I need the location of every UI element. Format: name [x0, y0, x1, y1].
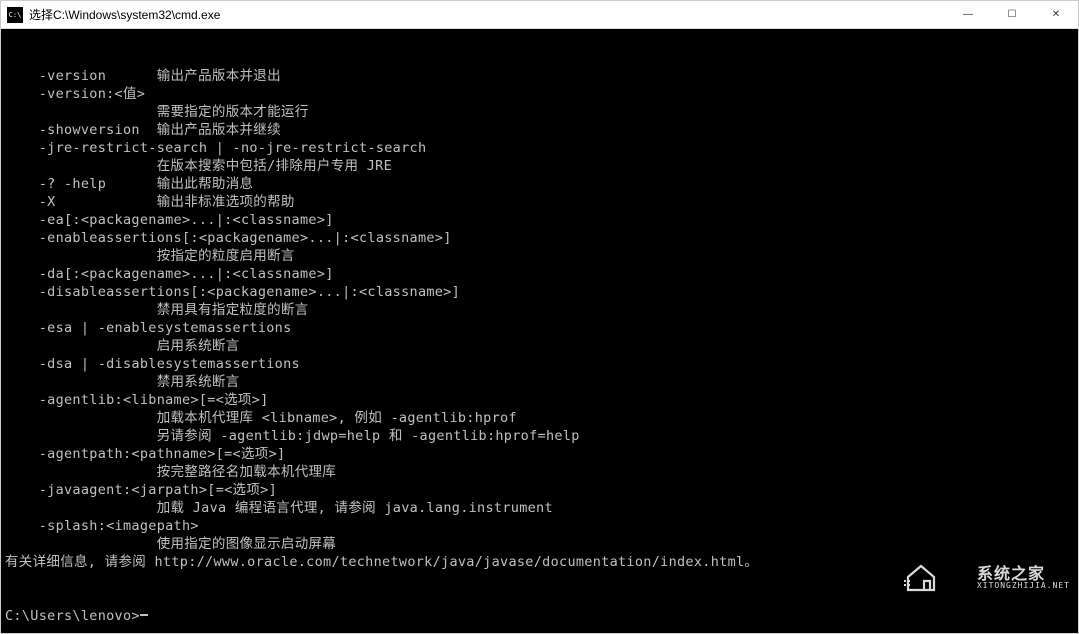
watermark: 系统之家 XITONGZHIJIA.NET	[904, 527, 1070, 629]
titlebar[interactable]: C:\ 选择C:\Windows\system32\cmd.exe — ☐ ✕	[1, 1, 1078, 29]
house-icon	[904, 527, 971, 629]
close-button[interactable]: ✕	[1034, 1, 1078, 28]
cmd-window: C:\ 选择C:\Windows\system32\cmd.exe — ☐ ✕ …	[0, 0, 1079, 634]
minimize-button[interactable]: —	[946, 1, 990, 28]
watermark-main: 系统之家	[977, 566, 1070, 582]
prompt-text: C:\Users\lenovo>	[5, 607, 140, 625]
window-controls: — ☐ ✕	[946, 1, 1078, 28]
cmd-icon: C:\	[7, 7, 23, 23]
terminal-lines: -version 输出产品版本并退出 -version:<值> 需要指定的版本才…	[5, 67, 1074, 571]
terminal-output[interactable]: -version 输出产品版本并退出 -version:<值> 需要指定的版本才…	[1, 29, 1078, 633]
cursor	[140, 614, 148, 616]
window-title: 选择C:\Windows\system32\cmd.exe	[29, 6, 946, 23]
maximize-button[interactable]: ☐	[990, 1, 1034, 28]
watermark-sub: XITONGZHIJIA.NET	[977, 582, 1070, 590]
